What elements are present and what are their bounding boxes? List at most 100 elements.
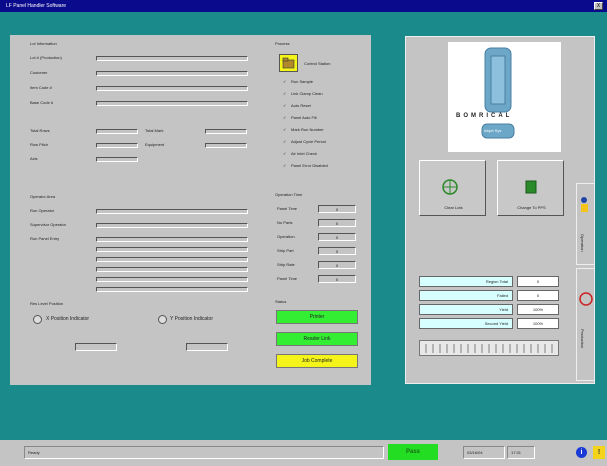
- x-position-value[interactable]: [75, 343, 117, 351]
- lot-field-label: Customer: [30, 70, 48, 75]
- yield-value: 100%: [517, 318, 559, 329]
- total-rows-label: Total Rows: [30, 128, 50, 133]
- y-position-label: Y Position Indicator: [170, 316, 213, 322]
- axis-label: Axis: [30, 156, 38, 161]
- option-checkbox[interactable]: ✓ Air Inlet Check: [283, 151, 317, 157]
- check-icon: ✓: [283, 139, 287, 144]
- panel-entry-line[interactable]: [96, 247, 248, 252]
- check-icon: ✓: [283, 115, 287, 120]
- time-row-value[interactable]: 0: [318, 261, 356, 269]
- info-icon[interactable]: i: [576, 447, 587, 458]
- total-rows-input[interactable]: [96, 129, 138, 134]
- yield-row: Second Yield 100%: [419, 318, 559, 329]
- warning-icon[interactable]: !: [593, 446, 605, 459]
- option-label: Link Clamp Clean: [291, 91, 323, 96]
- supervisor-input[interactable]: [96, 223, 248, 228]
- folder-icon: [282, 57, 295, 69]
- time-row-label: Panel Time: [277, 276, 298, 281]
- total-mark-label: Total Mark: [145, 128, 164, 133]
- operator-icon: [581, 197, 588, 212]
- lot-field-label: Base Code #: [30, 100, 54, 105]
- option-checkbox[interactable]: ✓ Run Sample: [283, 79, 313, 85]
- option-label: Panel Error Disabled: [291, 163, 328, 168]
- base-code-input[interactable]: [96, 101, 248, 106]
- y-position-value[interactable]: [186, 343, 228, 351]
- check-icon: ✓: [283, 103, 287, 108]
- control-station-button[interactable]: [279, 54, 298, 72]
- check-icon: ✓: [283, 127, 287, 132]
- lot-number-input[interactable]: [96, 56, 248, 61]
- operator-label: Run Operator: [30, 208, 55, 213]
- printer-status-button[interactable]: Printer: [276, 310, 358, 324]
- panel-entry-line[interactable]: [96, 257, 248, 262]
- panel-entry-line[interactable]: [96, 267, 248, 272]
- yield-label: Yield: [419, 304, 513, 315]
- y-position-radio[interactable]: [158, 315, 167, 324]
- lot-field-label: Lot # (Production): [30, 55, 62, 60]
- option-checkbox[interactable]: ✓ Auto Reset: [283, 103, 311, 109]
- process-heading: Process: [275, 41, 290, 46]
- change-pps-label: Change To PPS: [517, 205, 546, 210]
- window-titlebar: LF Panel Handler Software: [0, 0, 607, 12]
- chart-icon: [579, 292, 593, 306]
- x-position-label: X Position Indicator: [46, 316, 90, 322]
- yield-row: Failed 0: [419, 290, 559, 301]
- logo-subtext: Inkjet Sys: [484, 128, 502, 133]
- time-row-value[interactable]: 0: [318, 275, 356, 283]
- panel-entry-line[interactable]: [96, 287, 248, 292]
- job-complete-status-button[interactable]: Job Complete: [276, 354, 358, 368]
- logo-panel: [448, 42, 561, 152]
- axis-input[interactable]: [96, 157, 138, 162]
- operation-time-heading: Operation Time: [275, 192, 303, 197]
- logo-text: BOMRICAL: [456, 113, 513, 119]
- equipment-input[interactable]: [205, 143, 247, 148]
- option-label: Adjust Cycle Period: [291, 139, 326, 144]
- tab-production-label: Production: [580, 329, 585, 349]
- x-position-radio[interactable]: [33, 315, 42, 324]
- tab-operation[interactable]: Operation: [576, 183, 595, 265]
- row-pitch-input[interactable]: [96, 143, 138, 148]
- option-checkbox[interactable]: ✓ Link Clamp Clean: [283, 91, 323, 97]
- scale-ticks: [425, 344, 553, 353]
- time-row-value[interactable]: 0: [318, 205, 356, 213]
- pass-indicator: Pass: [388, 444, 438, 460]
- option-checkbox[interactable]: ✓ Panel Error Disabled: [283, 163, 328, 169]
- panel-entry-line[interactable]: [96, 277, 248, 282]
- check-icon: ✓: [283, 163, 287, 168]
- customer-input[interactable]: [96, 71, 248, 76]
- option-checkbox[interactable]: ✓ Panel Auto Fill: [283, 115, 317, 121]
- check-icon: ✓: [283, 151, 287, 156]
- total-mark-input[interactable]: [205, 129, 247, 134]
- yield-value: 100%: [517, 304, 559, 315]
- time-row-value[interactable]: 0: [318, 219, 356, 227]
- logo-icon: [481, 47, 515, 139]
- panel-entry-line[interactable]: [96, 237, 248, 242]
- option-checkbox[interactable]: ✓ Mark Run Number: [283, 127, 324, 133]
- time-row-label: Strip Part: [277, 248, 294, 253]
- check-icon: ✓: [283, 79, 287, 84]
- yield-row: Region Total 0: [419, 276, 559, 287]
- window-title: LF Panel Handler Software: [6, 3, 67, 9]
- tab-production[interactable]: Production: [576, 268, 595, 381]
- operator-label: Run Panel Entry: [30, 236, 60, 241]
- clear-lots-button[interactable]: Clear Lots: [419, 160, 486, 216]
- position-scale: [419, 340, 559, 356]
- control-station-label: Control Station: [304, 61, 331, 66]
- close-button[interactable]: X: [594, 2, 603, 10]
- status-heading: Status: [275, 299, 287, 304]
- option-checkbox[interactable]: ✓ Adjust Cycle Period: [283, 139, 326, 145]
- option-label: Air Inlet Check: [291, 151, 318, 156]
- reader-link-status-button[interactable]: Reader Link: [276, 332, 358, 346]
- res-level-heading: Res Level Position: [30, 301, 64, 306]
- option-label: Panel Auto Fill: [291, 115, 317, 120]
- time-row-label: Operation: [277, 234, 295, 239]
- yield-label: Failed: [419, 290, 513, 301]
- status-text: Ready: [24, 446, 384, 459]
- status-date: 03/16/04: [463, 446, 505, 459]
- run-operator-input[interactable]: [96, 209, 248, 214]
- time-row-value[interactable]: 0: [318, 233, 356, 241]
- change-pps-button[interactable]: Change To PPS: [497, 160, 564, 216]
- yield-value: 0: [517, 290, 559, 301]
- item-code-input[interactable]: [96, 86, 248, 91]
- time-row-value[interactable]: 0: [318, 247, 356, 255]
